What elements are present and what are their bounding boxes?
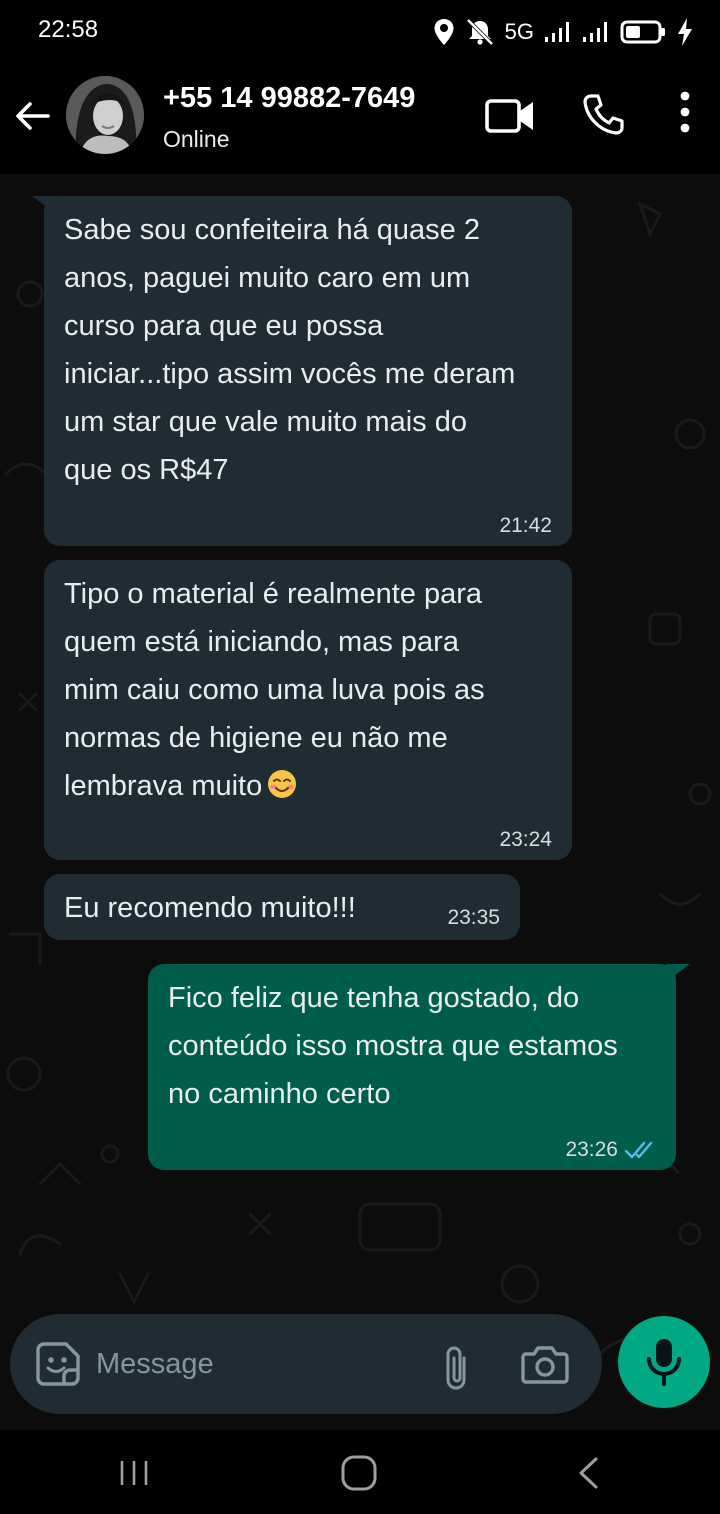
chat-header: +55 14 99882-7649 Online: [0, 64, 720, 174]
charging-icon: [678, 18, 692, 46]
message-time-label: 23:26: [565, 1138, 618, 1161]
message-text: Fico feliz que tenha gostado, do conteúd…: [168, 982, 618, 1110]
microphone-icon: [647, 1339, 681, 1386]
battery-icon: [620, 20, 665, 44]
message-bubble-incoming[interactable]: Eu recomendo muito!!! 23:35: [44, 874, 520, 940]
message-time: 21:42: [499, 514, 552, 538]
location-icon: [434, 19, 454, 45]
message-bubble-outgoing[interactable]: Fico feliz que tenha gostado, do conteúd…: [148, 964, 690, 1170]
bubble-tail: [32, 196, 56, 214]
message-time: 23:35: [447, 906, 500, 930]
message-composer: [10, 1314, 602, 1414]
message-time-label: 23:24: [499, 828, 552, 851]
smiling-face-emoji-icon: [268, 770, 297, 798]
message-text: Eu recomendo muito!!!: [64, 892, 356, 924]
video-call-icon[interactable]: [484, 96, 536, 136]
network-type-label: 5G: [504, 19, 534, 44]
contact-status: Online: [163, 126, 230, 152]
voice-message-button[interactable]: [618, 1316, 710, 1408]
chat-area[interactable]: Sabe sou confeiteira há quase 2 anos, pa…: [0, 174, 720, 1430]
system-navigation-bar: [0, 1430, 720, 1514]
signal-icon: [583, 22, 607, 42]
message-time-label: 21:42: [499, 514, 552, 537]
read-receipt-icon: [624, 1141, 653, 1159]
message-time-label: 23:35: [447, 906, 500, 929]
message-time: 23:26: [565, 1138, 656, 1162]
avatar[interactable]: [66, 76, 144, 154]
bubble-tail: [666, 964, 690, 982]
phone-call-icon[interactable]: [582, 92, 626, 136]
system-back-icon[interactable]: [576, 1456, 600, 1490]
status-bar: 22:58 5G: [0, 0, 720, 64]
home-icon[interactable]: [340, 1454, 378, 1492]
message-bubble-incoming[interactable]: Sabe sou confeiteira há quase 2 anos, pa…: [32, 196, 572, 546]
contact-name[interactable]: +55 14 99882-7649: [163, 82, 415, 115]
signal-icon: [545, 22, 569, 42]
recent-apps-icon[interactable]: [118, 1458, 150, 1488]
message-bubble-incoming[interactable]: Tipo o material é realmente para quem es…: [44, 560, 572, 860]
more-options-icon[interactable]: [672, 90, 698, 134]
notifications-muted-icon: [466, 18, 494, 46]
message-input[interactable]: [96, 1344, 416, 1384]
status-time: 22:58: [38, 16, 99, 43]
sticker-icon[interactable]: [34, 1340, 82, 1388]
back-arrow-icon[interactable]: [12, 96, 52, 136]
camera-icon[interactable]: [520, 1342, 570, 1386]
attach-paperclip-icon[interactable]: [442, 1344, 472, 1392]
message-time: 23:24: [499, 828, 552, 852]
message-text: Tipo o material é realmente para quem es…: [64, 570, 550, 810]
status-icons: 5G: [433, 14, 694, 50]
message-text: Sabe sou confeiteira há quase 2 anos, pa…: [64, 214, 516, 486]
